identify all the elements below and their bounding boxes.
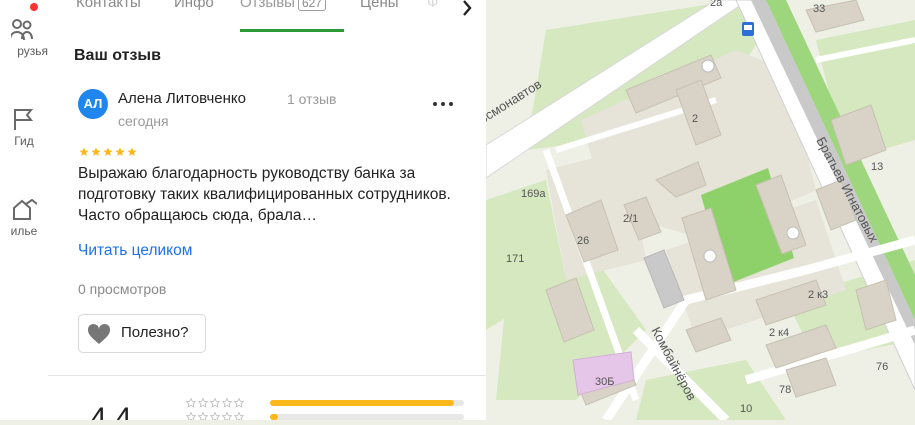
useful-button[interactable]: Полезно?	[78, 314, 206, 353]
tab-bar: Контакты Инфо Отзывы 627 Цены Ф	[48, 0, 486, 32]
tab-reviews[interactable]: Отзывы 627	[240, 0, 326, 11]
friends-icon	[11, 19, 33, 41]
star-icon	[79, 147, 89, 156]
left-rail: рузья Гид илье	[0, 0, 49, 420]
star-outline-icon	[198, 398, 208, 408]
star-outline-icon	[210, 412, 220, 420]
star-outline-icon	[222, 412, 232, 420]
map-label: 2 к4	[769, 327, 789, 339]
star-icon	[127, 147, 137, 156]
rail-item-friends[interactable]: рузья	[0, 16, 48, 58]
rating-bar	[270, 400, 464, 406]
heart-icon	[87, 323, 111, 344]
map-label: 76	[876, 361, 888, 373]
map-label: 13	[871, 161, 883, 173]
views-count: 0 просмотров	[78, 281, 167, 297]
read-more-link[interactable]: Читать целиком	[78, 242, 192, 260]
place-card-panel: Контакты Инфо Отзывы 627 Цены Ф Ваш отзыв…	[48, 0, 486, 420]
housing-icon	[13, 198, 37, 220]
rating-bar-fill	[270, 400, 455, 406]
avatar[interactable]: АЛ	[78, 89, 108, 119]
author-name[interactable]: Алена Литовченко	[118, 90, 246, 107]
map-label: 30Б	[595, 376, 614, 388]
star-outline-icon	[222, 398, 232, 408]
rail-label-friends: рузья	[17, 44, 48, 58]
guide-flag-icon	[14, 109, 34, 130]
star-icon	[103, 147, 113, 156]
useful-button-label: Полезно?	[121, 324, 189, 341]
author-review-count: 1 отзыв	[287, 91, 337, 107]
star-icon	[91, 147, 101, 156]
map[interactable]: 33 2а Космонавтов 2 13 169а 2/1 26 171 Братьев Иг…	[485, 0, 915, 424]
map-label: 169а	[521, 188, 546, 200]
tab-reviews-label: Отзывы	[240, 0, 295, 11]
notification-dot	[30, 3, 38, 11]
map-label: Братьев Игнатовых	[813, 134, 881, 245]
star-outline-icon	[210, 398, 220, 408]
map-label: 10	[740, 403, 752, 415]
map-label: 33	[813, 3, 825, 15]
star-outline-icon	[198, 412, 208, 420]
star-outline-icon	[234, 412, 244, 420]
section-title: Ваш отзыв	[74, 47, 161, 64]
review-date: сегодня	[118, 113, 169, 129]
rating-summary-value: 4,4	[90, 402, 132, 420]
map-label: 2а	[710, 0, 723, 9]
map-label: 2 к3	[808, 289, 828, 301]
tab-prices[interactable]: Цены	[360, 0, 399, 11]
more-options-button[interactable]	[432, 96, 454, 110]
star-outline-icon	[234, 398, 244, 408]
map-labels: 33 2а Космонавтов 2 13 169а 2/1 26 171 Братьев Иг…	[486, 0, 888, 415]
map-label: 26	[577, 235, 589, 247]
map-label: Комбайнёров	[648, 324, 699, 403]
map-label: 2/1	[623, 213, 638, 225]
rail-item-housing[interactable]: илье	[0, 196, 48, 238]
rating-bar	[270, 414, 464, 420]
tab-contacts[interactable]: Контакты	[76, 0, 141, 11]
review-text: Выражаю благодарность руководству банка …	[78, 165, 451, 224]
rail-label-guide: Гид	[14, 134, 34, 148]
chevron-right-icon[interactable]	[456, 0, 478, 20]
active-tab-indicator	[240, 29, 344, 32]
star-outline-icon	[186, 398, 196, 408]
star-icon	[115, 147, 125, 156]
divider	[48, 375, 486, 376]
rail-label-housing: илье	[10, 224, 38, 238]
map-label: 171	[506, 253, 524, 265]
tab-info[interactable]: Инфо	[174, 0, 214, 11]
rating-bar-fill	[270, 414, 278, 420]
rail-item-guide[interactable]: Гид	[0, 106, 48, 148]
tab-photos[interactable]: Ф	[427, 0, 438, 11]
map-label: 2	[692, 113, 698, 125]
map-label: 78	[779, 384, 791, 396]
reviews-count-badge: 627	[297, 0, 326, 11]
map-label: Космонавтов	[486, 76, 544, 130]
star-outline-icon	[186, 412, 196, 420]
